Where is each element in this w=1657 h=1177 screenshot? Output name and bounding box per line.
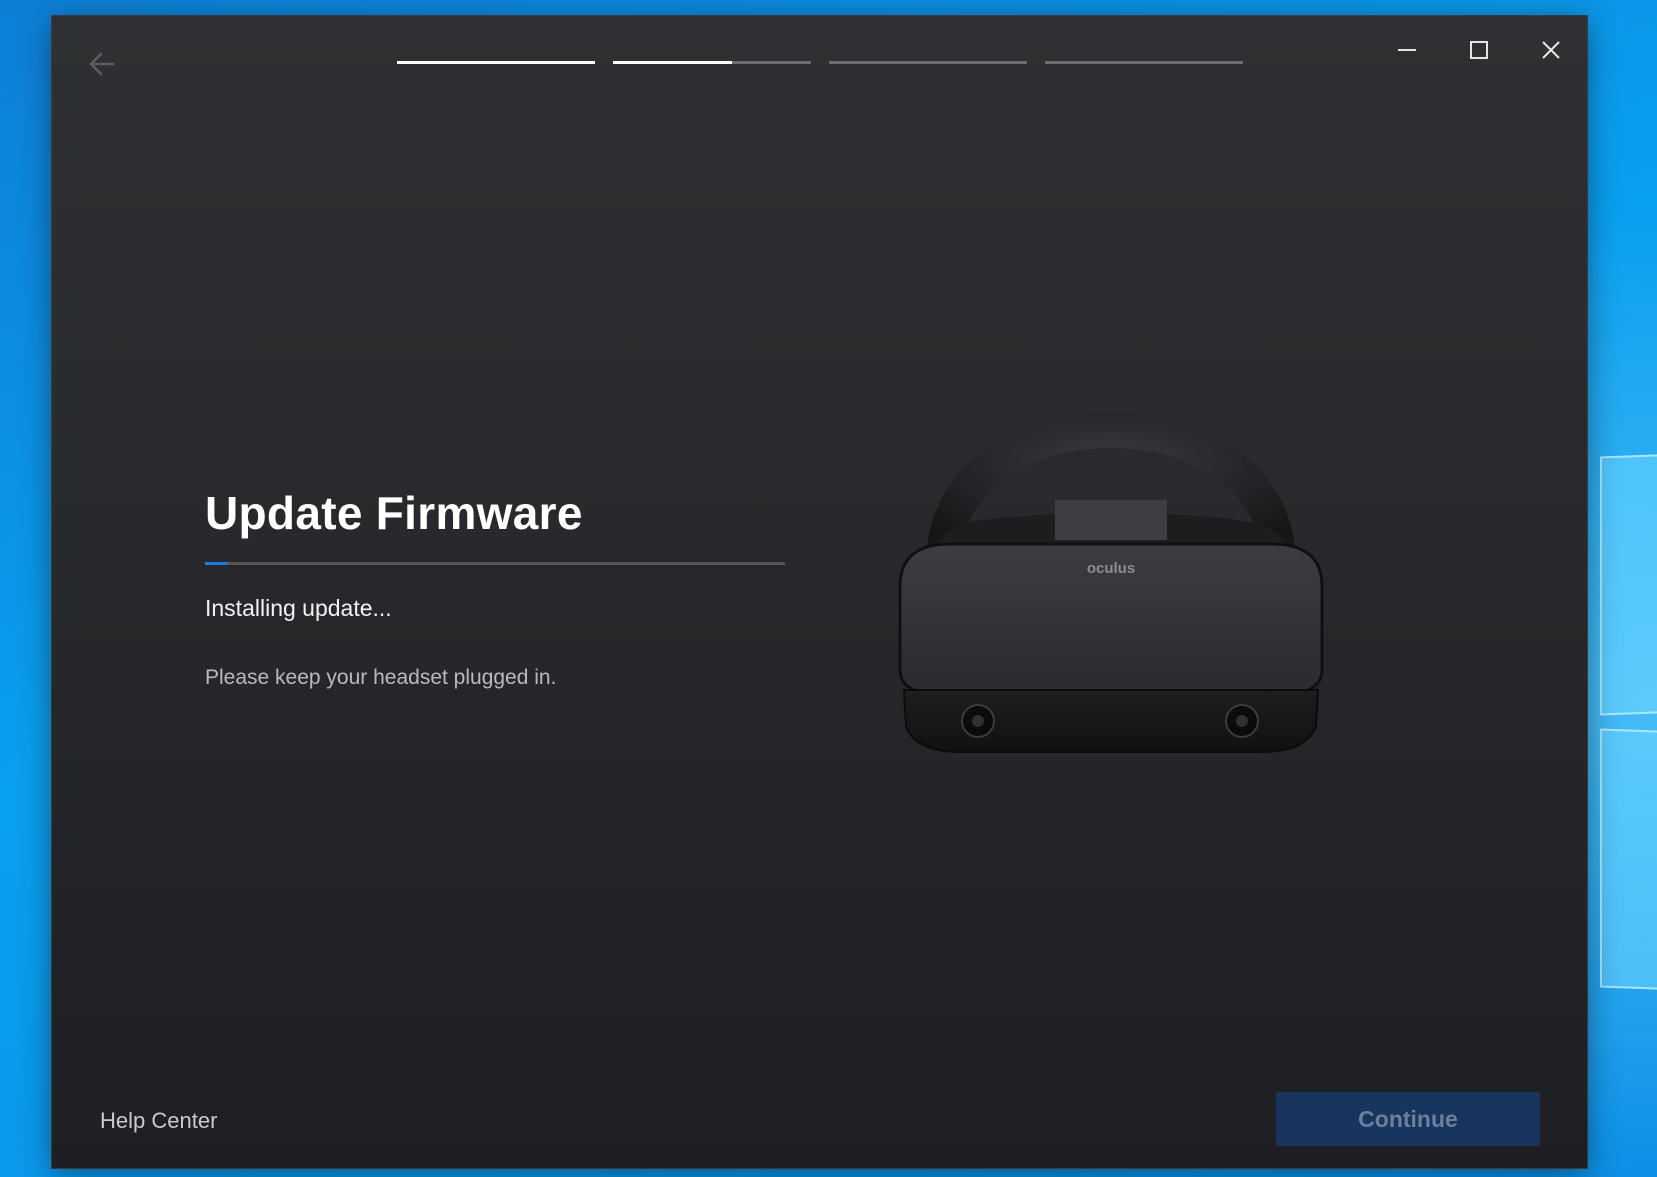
step-bar — [829, 61, 1027, 64]
back-button[interactable] — [82, 46, 122, 82]
step-bar — [397, 61, 595, 64]
desktop-logo-pane — [1600, 728, 1657, 991]
status-text: Installing update... — [205, 595, 392, 621]
minimize-icon — [1398, 49, 1416, 51]
continue-button[interactable]: Continue — [1276, 1092, 1540, 1146]
step-indicator — [397, 61, 1243, 64]
step-bar — [1045, 61, 1243, 64]
page-title: Update Firmware — [205, 487, 583, 539]
close-icon — [1542, 41, 1560, 59]
update-progress-bar — [205, 562, 785, 565]
maximize-icon — [1470, 41, 1488, 59]
desktop-logo-pane — [1600, 453, 1657, 716]
arrow-left-icon — [89, 52, 115, 76]
oculus-logo: oculus — [1087, 560, 1135, 577]
setup-window: Update Firmware Installing update... Ple… — [52, 16, 1587, 1168]
update-progress-fill — [205, 562, 229, 565]
minimize-button[interactable] — [1371, 16, 1443, 84]
close-button[interactable] — [1515, 16, 1587, 84]
instruction-text: Please keep your headset plugged in. — [205, 666, 557, 689]
help-center-link[interactable]: Help Center — [100, 1108, 217, 1134]
maximize-button[interactable] — [1443, 16, 1515, 84]
window-controls — [1371, 16, 1587, 84]
headset-image: oculus — [898, 412, 1324, 753]
update-panel: Update Firmware Installing update... Ple… — [205, 486, 785, 690]
step-bar — [613, 61, 811, 64]
